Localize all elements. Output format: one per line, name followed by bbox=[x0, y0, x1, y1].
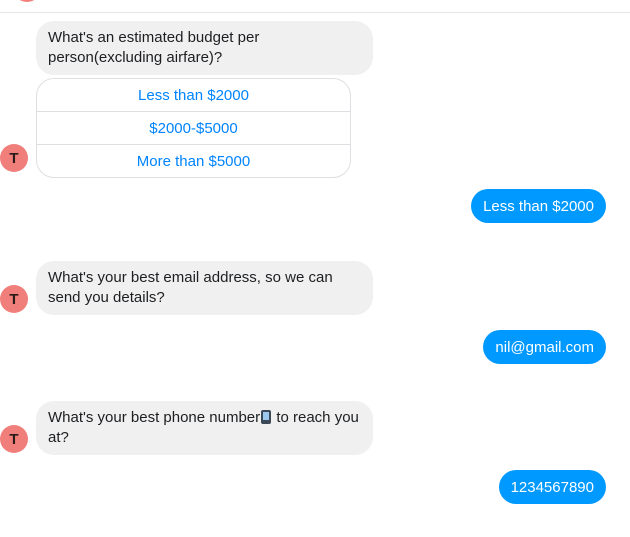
user-message: nil@gmail.com bbox=[483, 330, 606, 364]
quick-reply-label: Less than $2000 bbox=[138, 86, 249, 104]
quick-reply-label: More than $5000 bbox=[136, 152, 251, 170]
bot-message-text: What's an estimated budget per person(ex… bbox=[48, 29, 260, 66]
bot-avatar: T bbox=[0, 425, 28, 453]
quick-reply-option[interactable]: More than $5000 bbox=[37, 145, 350, 177]
user-message-text: nil@gmail.com bbox=[495, 338, 594, 356]
user-message: Less than $2000 bbox=[471, 189, 606, 223]
previous-avatar bbox=[13, 0, 41, 2]
mobile-phone-arrow-icon bbox=[261, 410, 272, 424]
user-message-text: Less than $2000 bbox=[483, 197, 594, 215]
bot-avatar: T bbox=[0, 285, 28, 313]
quick-reply-label: $2000-$5000 bbox=[149, 119, 238, 137]
bot-avatar: T bbox=[0, 144, 28, 172]
quick-reply-option[interactable]: $2000-$5000 bbox=[37, 112, 350, 145]
bot-message-text: What's your best phone number bbox=[48, 409, 261, 426]
user-message: 1234567890 bbox=[498, 470, 606, 504]
bot-message-email: What's your best email address, so we ca… bbox=[36, 261, 373, 315]
bot-message-budget: What's an estimated budget per person(ex… bbox=[36, 21, 373, 75]
user-message-text: 1234567890 bbox=[510, 478, 594, 496]
avatar-letter: T bbox=[9, 430, 19, 448]
bot-message-phone: What's your best phone number to reach y… bbox=[36, 401, 373, 455]
bot-message-text: What's your best email address, so we ca… bbox=[48, 269, 333, 306]
header-divider bbox=[0, 12, 630, 13]
avatar-letter: T bbox=[9, 290, 19, 308]
quick-reply-option[interactable]: Less than $2000 bbox=[37, 79, 350, 112]
avatar-letter: T bbox=[9, 149, 19, 167]
quick-replies: Less than $2000 $2000-$5000 More than $5… bbox=[36, 78, 351, 178]
